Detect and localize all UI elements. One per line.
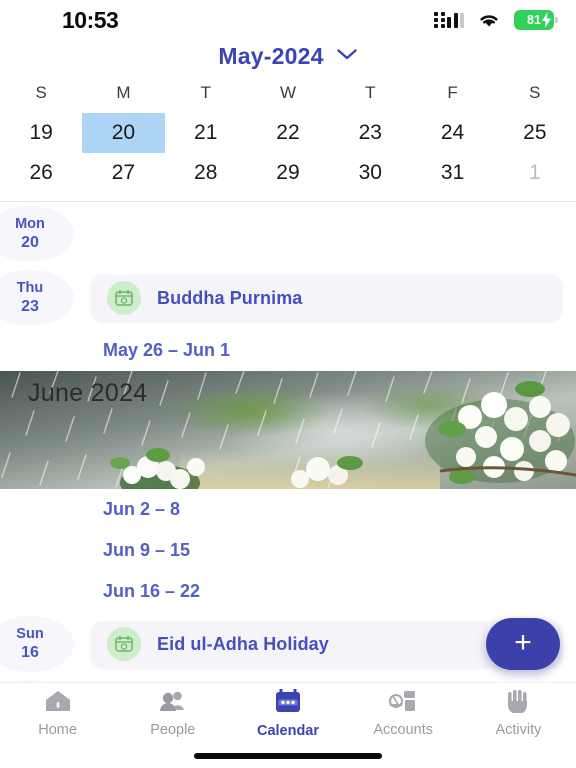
date-cell[interactable]: 28	[165, 153, 247, 193]
date-cell[interactable]: 26	[0, 153, 82, 193]
day-chip[interactable]: Sun 16	[0, 616, 74, 672]
weekday-initial: M	[116, 83, 131, 102]
day-chip[interactable]: Mon 20	[0, 206, 74, 262]
weekday-initial: T	[365, 83, 376, 102]
weekday-initial: T	[200, 83, 211, 102]
app-screen: 10:53 81 May-2024 S M T W T F S 19 20 21…	[0, 0, 576, 768]
activity-hand-icon	[505, 689, 531, 718]
date-cell[interactable]: 25	[494, 113, 576, 153]
agenda-row[interactable]: Mon 17 Eid ul-Adha	[0, 676, 576, 682]
nav-label: People	[150, 722, 196, 738]
nav-item-calendar[interactable]: Calendar	[230, 687, 345, 739]
date-cell[interactable]: 21	[165, 113, 247, 153]
day-chip-weekday: Mon	[15, 215, 45, 232]
bottom-navigation: Home People Calendar Accounts Activity	[0, 682, 576, 744]
calendar-icon	[274, 687, 302, 719]
day-chip-date: 20	[21, 234, 39, 252]
date-cell[interactable]: 27	[82, 153, 164, 193]
nav-label: Calendar	[256, 722, 320, 739]
home-icon	[44, 689, 72, 718]
date-cell[interactable]: 29	[247, 153, 329, 193]
agenda-row[interactable]: Mon 20	[0, 202, 576, 266]
wifi-icon	[477, 12, 501, 29]
day-chip[interactable]: Mon 17	[0, 680, 74, 682]
cellular-signal-icon	[434, 12, 464, 28]
week-row-2: 26 27 28 29 30 31 1	[0, 153, 576, 193]
month-banner: June 2024	[0, 371, 576, 489]
day-chip-date: 16	[21, 644, 39, 662]
nav-item-activity[interactable]: Activity	[461, 689, 576, 738]
page-title: May-2024	[218, 43, 324, 69]
nav-item-people[interactable]: People	[115, 689, 230, 738]
day-chip-weekday: Thu	[16, 279, 44, 296]
week-row-1: 19 20 21 22 23 24 25	[0, 113, 576, 153]
date-cell[interactable]: 30	[329, 153, 411, 193]
nav-item-home[interactable]: Home	[0, 689, 115, 738]
battery-level: 81	[527, 13, 541, 27]
nav-label: Activity	[495, 722, 542, 738]
event-card[interactable]: Buddha Purnima	[91, 275, 562, 321]
date-cell-selected[interactable]: 20	[82, 113, 165, 153]
battery-indicator: 81	[514, 10, 558, 30]
status-icons: 81	[434, 10, 558, 30]
home-indicator-area	[0, 744, 576, 768]
add-event-button[interactable]: +	[486, 618, 560, 670]
weekday-initial: F	[447, 83, 458, 102]
weekday-initial: S	[35, 83, 47, 102]
date-cell[interactable]: 23	[329, 113, 411, 153]
plus-icon: +	[514, 625, 532, 659]
month-header[interactable]: May-2024	[0, 40, 576, 73]
status-time: 10:53	[62, 6, 119, 33]
day-chip-date: 23	[21, 298, 39, 316]
week-range-link[interactable]: Jun 16 – 22	[0, 571, 576, 612]
banner-month-label: June 2024	[28, 379, 148, 407]
home-indicator[interactable]	[194, 753, 382, 759]
status-bar: 10:53 81	[0, 0, 576, 40]
date-cell-next-month[interactable]: 1	[494, 153, 576, 193]
nav-label: Home	[38, 722, 77, 738]
date-cell[interactable]: 31	[411, 153, 493, 193]
event-calendar-icon	[107, 281, 141, 315]
weekday-initial: S	[529, 83, 541, 102]
day-chip[interactable]: Thu 23	[0, 270, 74, 326]
weekday-header-row: S M T W T F S	[0, 77, 576, 113]
chevron-down-icon[interactable]	[336, 47, 358, 66]
weekday-initial: W	[279, 83, 296, 102]
week-strip: S M T W T F S 19 20 21 22 23 24 25 26 27…	[0, 73, 576, 202]
agenda-row[interactable]: Thu 23 Buddha Purnima	[0, 266, 576, 330]
nav-item-accounts[interactable]: Accounts	[346, 689, 461, 738]
people-icon	[158, 689, 188, 718]
date-cell[interactable]: 24	[411, 113, 493, 153]
week-range-link[interactable]: Jun 9 – 15	[0, 530, 576, 571]
agenda-list[interactable]: Mon 20 Thu 23 Buddha Purnima May 26 – Ju…	[0, 202, 576, 682]
accounts-icon	[389, 689, 417, 718]
day-chip-weekday: Sun	[16, 625, 44, 642]
week-range-link[interactable]: Jun 2 – 8	[0, 489, 576, 530]
event-title: Eid ul-Adha Holiday	[157, 633, 329, 654]
charging-bolt-icon	[542, 12, 551, 28]
week-range-link[interactable]: May 26 – Jun 1	[0, 330, 576, 371]
date-cell[interactable]: 19	[0, 113, 82, 153]
date-cell[interactable]: 22	[247, 113, 329, 153]
event-title: Buddha Purnima	[157, 287, 303, 308]
nav-label: Accounts	[373, 722, 434, 738]
event-calendar-icon	[107, 627, 141, 661]
